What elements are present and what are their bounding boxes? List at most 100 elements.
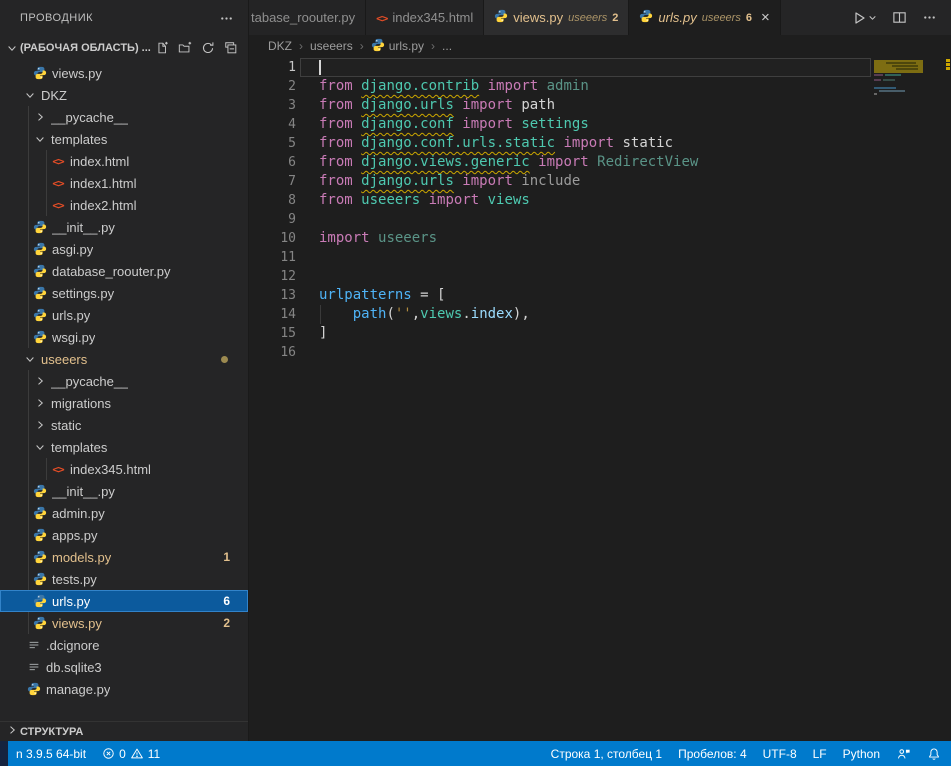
tree-item-index2-html[interactable]: <>index2.html <box>0 194 248 216</box>
tab-tabase-roouter-py[interactable]: tabase_roouter.py <box>249 0 366 35</box>
tree-item-db-sqlite3[interactable]: db.sqlite3 <box>0 656 248 678</box>
split-editor-button[interactable] <box>892 10 907 25</box>
tree-item-pycache[interactable]: __pycache__ <box>0 106 248 128</box>
tree-item-index345-html[interactable]: <>index345.html <box>0 458 248 480</box>
code-token: django.conf <box>361 116 454 132</box>
encoding-status[interactable]: UTF-8 <box>755 741 805 766</box>
code-line-15[interactable]: 15] <box>249 324 951 343</box>
tree-item-templates[interactable]: templates <box>0 436 248 458</box>
code-line-4[interactable]: 4from django.conf import settings <box>249 115 951 134</box>
breadcrumb-item-useeers[interactable]: useeers <box>310 39 353 53</box>
line-content: from useeers import views <box>296 191 530 210</box>
run-button[interactable] <box>851 10 877 26</box>
breadcrumb-item-urls-py[interactable]: urls.py <box>371 38 424 55</box>
chevron-right-icon <box>32 375 47 387</box>
line-number: 4 <box>249 115 296 134</box>
code-line-11[interactable]: 11 <box>249 248 951 267</box>
line-number: 12 <box>249 267 296 286</box>
tree-item-views-py[interactable]: views.py2 <box>0 612 248 634</box>
tab-views-py[interactable]: views.pyuseeers2 <box>484 0 629 35</box>
code-line-6[interactable]: 6from django.views.generic import Redire… <box>249 153 951 172</box>
notifications-button[interactable] <box>919 741 951 766</box>
tree-item-templates[interactable]: templates <box>0 128 248 150</box>
code-line-14[interactable]: 14 path('',views.index), <box>249 305 951 324</box>
breadcrumb-label: ... <box>442 39 452 53</box>
tree-item-static[interactable]: static <box>0 414 248 436</box>
more-actions-button[interactable] <box>922 10 937 25</box>
tab-index345-html[interactable]: <>index345.html <box>366 0 484 35</box>
tree-item-useeers[interactable]: useeers <box>0 348 248 370</box>
html-icon: <> <box>50 155 66 168</box>
tree-item-apps-py[interactable]: apps.py <box>0 524 248 546</box>
eol-status[interactable]: LF <box>805 741 835 766</box>
tree-item-manage-py[interactable]: manage.py <box>0 678 248 700</box>
line-content: path('',views.index), <box>296 305 530 324</box>
workspace-section-header[interactable]: (РАБОЧАЯ ОБЛАСТЬ) ... <box>0 36 248 60</box>
new-file-button[interactable] <box>155 41 169 55</box>
code-line-16[interactable]: 16 <box>249 343 951 362</box>
tab-label: views.py <box>513 10 563 25</box>
tree-item-urls-py[interactable]: urls.py6 <box>0 590 248 612</box>
breadcrumb[interactable]: DKZ›useeers›urls.py›... <box>249 35 951 57</box>
new-folder-button[interactable] <box>178 41 192 55</box>
code-line-12[interactable]: 12 <box>249 267 951 286</box>
code-token: django.contrib <box>361 78 479 94</box>
breadcrumb-item-dkz[interactable]: DKZ <box>268 39 292 53</box>
code-line-3[interactable]: 3from django.urls import path <box>249 96 951 115</box>
code-line-7[interactable]: 7from django.urls import include <box>249 172 951 191</box>
tree-item-asgi-py[interactable]: asgi.py <box>0 238 248 260</box>
code-line-8[interactable]: 8from useeers import views <box>249 191 951 210</box>
code-line-1[interactable]: 1 <box>249 58 951 77</box>
tree-item-admin-py[interactable]: admin.py <box>0 502 248 524</box>
code-token: import <box>454 97 521 113</box>
html-icon: <> <box>50 177 66 190</box>
problems-status[interactable]: 0 11 <box>94 741 168 766</box>
chevron-right-icon <box>32 397 47 409</box>
code-token: include <box>521 173 580 189</box>
tree-item-dcignore[interactable]: .dcignore <box>0 634 248 656</box>
tree-item-migrations[interactable]: migrations <box>0 392 248 414</box>
language-mode-status[interactable]: Python <box>835 741 888 766</box>
tree-item-dkz[interactable]: DKZ <box>0 84 248 106</box>
indentation-status[interactable]: Пробелов: 4 <box>670 741 755 766</box>
code-line-2[interactable]: 2from django.contrib import admin <box>249 77 951 96</box>
breadcrumb-item-item[interactable]: ... <box>442 39 452 53</box>
code-line-13[interactable]: 13urlpatterns = [ <box>249 286 951 305</box>
editor-pane[interactable]: 12from django.contrib import admin3from … <box>249 57 951 741</box>
tree-item-database-roouter-py[interactable]: database_roouter.py <box>0 260 248 282</box>
tree-item-wsgi-py[interactable]: wsgi.py <box>0 326 248 348</box>
tree-item-index1-html[interactable]: <>index1.html <box>0 172 248 194</box>
feedback-button[interactable] <box>888 741 919 766</box>
explorer-more-actions-button[interactable] <box>219 11 234 26</box>
tree-item-tests-py[interactable]: tests.py <box>0 568 248 590</box>
cursor-position-status[interactable]: Строка 1, столбец 1 <box>543 741 670 766</box>
tree-item-urls-py[interactable]: urls.py <box>0 304 248 326</box>
editor-actions <box>837 0 951 35</box>
tab-label: urls.py <box>658 10 696 25</box>
code-token: '' <box>395 306 412 322</box>
tree-item-views-py[interactable]: views.py <box>0 62 248 84</box>
minimap[interactable] <box>872 57 944 197</box>
line-number: 1 <box>249 58 296 77</box>
code-token: import <box>555 135 622 151</box>
tree-item-label: database_roouter.py <box>52 264 171 279</box>
tree-item-init-py[interactable]: __init__.py <box>0 216 248 238</box>
tree-item-settings-py[interactable]: settings.py <box>0 282 248 304</box>
python-interpreter-status[interactable]: n 3.9.5 64-bit <box>8 741 94 766</box>
tree-item-models-py[interactable]: models.py1 <box>0 546 248 568</box>
collapse-all-button[interactable] <box>224 41 238 55</box>
outline-section-header[interactable]: СТРУКТУРА <box>0 721 248 741</box>
tree-item-init-py[interactable]: __init__.py <box>0 480 248 502</box>
close-icon[interactable]: × <box>761 10 770 25</box>
code-token: django.urls <box>361 173 454 189</box>
code-line-5[interactable]: 5from django.conf.urls.static import sta… <box>249 134 951 153</box>
refresh-button[interactable] <box>201 41 215 55</box>
code-line-10[interactable]: 10import useeers <box>249 229 951 248</box>
code-line-9[interactable]: 9 <box>249 210 951 229</box>
tab-urls-py[interactable]: urls.pyuseeers6× <box>629 0 780 35</box>
chevron-down-icon <box>22 89 37 101</box>
tree-item-index-html[interactable]: <>index.html <box>0 150 248 172</box>
html-icon: <> <box>376 10 387 25</box>
tree-item-label: templates <box>51 440 107 455</box>
tree-item-pycache[interactable]: __pycache__ <box>0 370 248 392</box>
